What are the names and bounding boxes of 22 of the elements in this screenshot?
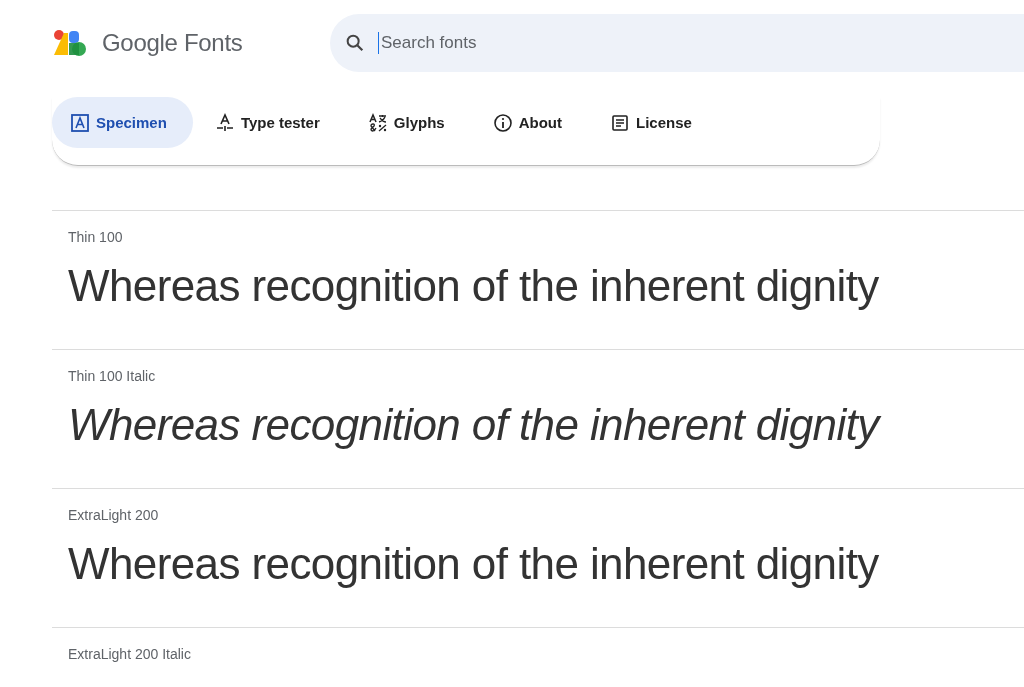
font-sample: Whereas recognition of the inherent dignity <box>68 539 880 589</box>
tab[interactable]: Specimen <box>52 97 193 148</box>
glyphs-icon <box>367 112 388 133</box>
logo-icon[interactable] <box>52 29 88 57</box>
info-icon <box>492 112 513 133</box>
style-label: Thin 100 <box>68 229 124 245</box>
style-label: ExtraLight 200 Italic <box>68 646 192 662</box>
document-icon <box>610 112 630 133</box>
letter-a-icon <box>70 112 90 133</box>
logo-text[interactable]: Google Fonts <box>102 29 302 57</box>
tab[interactable]: About <box>474 97 588 148</box>
letter-a-underline-icon <box>214 112 235 133</box>
tab[interactable]: Type tester <box>196 97 346 148</box>
style-label: ExtraLight 200 <box>68 507 160 523</box>
font-sample: Whereas recognition of the inherent dignity <box>68 261 880 311</box>
search-bar[interactable]: Search fonts <box>330 14 1024 72</box>
style-label: Thin 100 Italic <box>68 368 157 384</box>
tab[interactable]: Glyphs <box>349 97 471 148</box>
tab[interactable]: License <box>592 97 718 148</box>
font-sample: Whereas recognition of the inherent dignity <box>68 400 1024 450</box>
search-icon <box>344 32 366 54</box>
search-field[interactable]: Search fonts <box>379 32 1024 54</box>
